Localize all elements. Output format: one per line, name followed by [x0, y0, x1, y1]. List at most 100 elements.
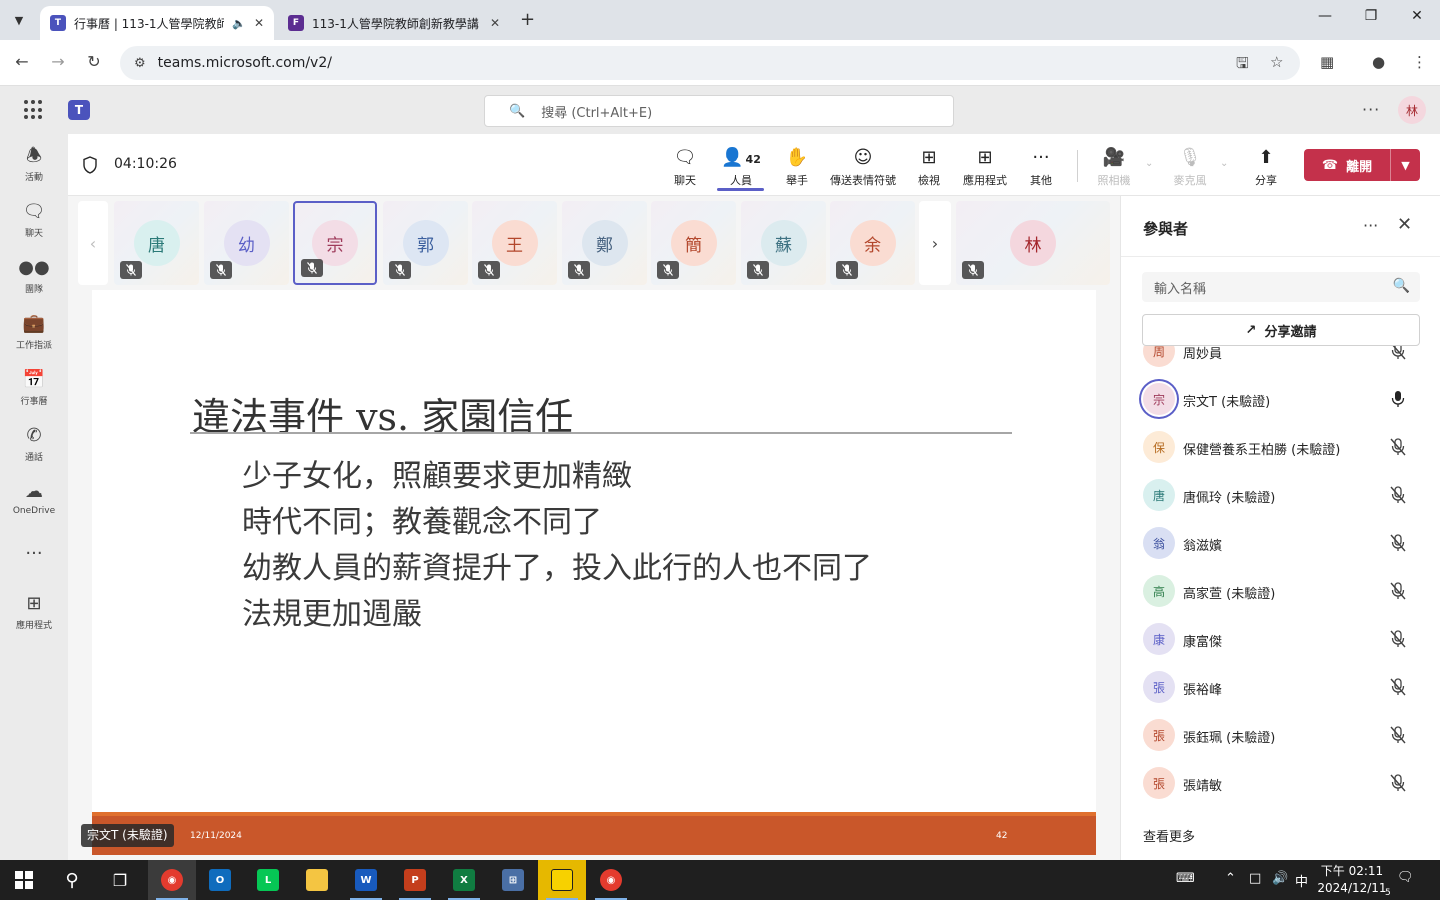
- participant-search-input[interactable]: 輸入名稱 🔍: [1142, 272, 1420, 302]
- participant-row[interactable]: 唐唐佩玲 (未驗證): [1121, 471, 1440, 519]
- rail-item-calls[interactable]: ✆ 通話: [0, 424, 68, 463]
- leave-options-chevron-icon[interactable]: ▼: [1390, 149, 1420, 181]
- video-tile[interactable]: 鄭: [562, 201, 647, 285]
- rail-item-teams[interactable]: ●● 團隊: [0, 256, 68, 295]
- close-tab-icon[interactable]: ✕: [490, 16, 500, 30]
- taskbar-excel[interactable]: X: [440, 860, 488, 900]
- video-tile[interactable]: 蘇: [741, 201, 826, 285]
- participant-row[interactable]: 翁翁滋嬪: [1121, 519, 1440, 567]
- more-actions-button[interactable]: ··· 其他: [1011, 146, 1071, 188]
- video-tile[interactable]: 王: [472, 201, 557, 285]
- participant-row[interactable]: 張張靖敏: [1121, 759, 1440, 807]
- restore-icon[interactable]: ❐: [1348, 8, 1394, 24]
- participant-row[interactable]: 康康富傑: [1121, 615, 1440, 663]
- chat-button[interactable]: 🗨 聊天: [655, 146, 715, 188]
- back-icon[interactable]: ←: [11, 52, 33, 71]
- mic-off-icon[interactable]: [1389, 725, 1407, 745]
- new-tab-icon[interactable]: +: [520, 9, 535, 30]
- browser-tab-calendar[interactable]: T 行事曆 | 113-1人管學院教師 🔈 ✕: [40, 6, 274, 40]
- taskbar-line[interactable]: L: [244, 860, 292, 900]
- close-tab-icon[interactable]: ✕: [254, 16, 264, 30]
- forward-icon[interactable]: →: [47, 52, 69, 71]
- browser-menu-icon[interactable]: ⋮: [1412, 53, 1427, 71]
- react-button[interactable]: ☺ 傳送表情符號: [828, 146, 898, 188]
- speaker-icon[interactable]: 🔈: [232, 17, 246, 30]
- gallery-previous-icon[interactable]: ‹: [78, 201, 108, 285]
- rail-item-chat[interactable]: 🗨 聊天: [0, 200, 68, 239]
- minimize-icon[interactable]: —: [1302, 8, 1348, 24]
- gallery-next-icon[interactable]: ›: [919, 201, 951, 285]
- app-launcher-icon[interactable]: [24, 100, 44, 120]
- rail-item-apps[interactable]: ⊞ 應用程式: [0, 592, 68, 631]
- close-panel-icon[interactable]: ✕: [1397, 214, 1412, 235]
- mic-on-icon[interactable]: [1389, 389, 1407, 409]
- mic-off-icon[interactable]: [1389, 677, 1407, 697]
- reload-icon[interactable]: ↻: [83, 52, 105, 71]
- taskbar-chrome[interactable]: ◉: [148, 860, 196, 900]
- volume-icon[interactable]: 🔊: [1272, 871, 1288, 886]
- network-icon[interactable]: □: [1249, 871, 1261, 886]
- rail-item-activity[interactable]: 🕭 活動: [0, 144, 68, 183]
- close-window-icon[interactable]: ✕: [1394, 8, 1440, 24]
- bookmark-star-icon[interactable]: ☆: [1270, 53, 1283, 71]
- site-info-icon[interactable]: ⚙: [134, 56, 146, 71]
- taskbar-sticky-notes[interactable]: [538, 860, 586, 900]
- mic-off-icon[interactable]: [1389, 629, 1407, 649]
- apps-button[interactable]: ⊞ 應用程式: [955, 146, 1015, 188]
- mic-off-icon[interactable]: [1389, 485, 1407, 505]
- video-tile[interactable]: 余: [830, 201, 915, 285]
- rail-item-more[interactable]: ···: [0, 542, 68, 566]
- tray-expand-icon[interactable]: ⌃: [1225, 871, 1236, 886]
- mic-off-icon[interactable]: [1389, 581, 1407, 601]
- start-button[interactable]: [0, 860, 48, 900]
- taskbar-powerpoint[interactable]: P: [391, 860, 439, 900]
- leave-button[interactable]: ☎ 離開 ▼: [1304, 149, 1420, 181]
- mic-off-icon[interactable]: [1389, 437, 1407, 457]
- participant-row[interactable]: 高高家萱 (未驗證): [1121, 567, 1440, 615]
- tab-search-icon[interactable]: ▼: [8, 9, 30, 31]
- mic-off-icon[interactable]: [1389, 773, 1407, 793]
- participant-row[interactable]: 張張裕峰: [1121, 663, 1440, 711]
- view-button[interactable]: ⊞ 檢視: [899, 146, 959, 188]
- settings-more-icon[interactable]: ···: [1362, 100, 1380, 119]
- video-tile[interactable]: 林: [956, 201, 1110, 285]
- participant-row[interactable]: 周周妙員: [1121, 346, 1440, 375]
- video-tile[interactable]: 宗: [293, 201, 377, 285]
- video-tile[interactable]: 唐: [114, 201, 199, 285]
- see-more-link[interactable]: 查看更多: [1143, 826, 1195, 845]
- taskbar-chrome-2[interactable]: ◉: [587, 860, 635, 900]
- extensions-icon[interactable]: ▦: [1320, 53, 1334, 71]
- participant-row[interactable]: 保保健營養系王柏勝 (未驗證): [1121, 423, 1440, 471]
- taskbar-outlook[interactable]: O: [196, 860, 244, 900]
- leave-main[interactable]: ☎ 離開: [1304, 149, 1390, 181]
- taskbar-search-icon[interactable]: ⚲: [48, 860, 96, 900]
- camera-options-chevron-icon[interactable]: ⌄: [1145, 158, 1153, 169]
- keyboard-icon[interactable]: ⌨: [1176, 871, 1195, 886]
- task-view-icon[interactable]: ❐: [96, 860, 144, 900]
- profile-icon[interactable]: ●: [1372, 53, 1385, 71]
- video-tile[interactable]: 幼: [204, 201, 289, 285]
- taskbar-file-explorer[interactable]: [293, 860, 341, 900]
- participant-row[interactable]: 張張鈺珮 (未驗證): [1121, 711, 1440, 759]
- panel-more-icon[interactable]: ···: [1363, 216, 1378, 235]
- video-tile[interactable]: 簡: [651, 201, 736, 285]
- people-button[interactable]: 👤 42 人員: [711, 146, 771, 188]
- global-search-input[interactable]: 🔍 搜尋 (Ctrl+Alt+E): [484, 95, 954, 127]
- video-tile[interactable]: 郭: [383, 201, 468, 285]
- my-avatar[interactable]: 林: [1398, 96, 1426, 124]
- mic-off-icon[interactable]: [1389, 533, 1407, 553]
- mic-options-chevron-icon[interactable]: ⌄: [1220, 158, 1228, 169]
- rail-item-onedrive[interactable]: ☁ OneDrive: [0, 480, 68, 516]
- participant-row[interactable]: 宗宗文T (未驗證): [1121, 375, 1440, 423]
- notification-center-icon[interactable]: 🗨5: [1385, 870, 1419, 898]
- browser-tab-forms[interactable]: F 113-1人管學院教師創新教學講 ✕: [278, 6, 510, 40]
- raise-hand-button[interactable]: ✋ 舉手: [767, 146, 827, 188]
- mic-button[interactable]: 🎙 麥克風: [1160, 146, 1220, 188]
- url-omnibox[interactable]: ⚙ teams.microsoft.com/v2/: [120, 46, 1300, 80]
- system-clock[interactable]: 下午 02:11 2024/12/11: [1316, 863, 1388, 897]
- camera-button[interactable]: 🎥 照相機: [1084, 146, 1144, 188]
- rail-item-assignments[interactable]: 💼 工作指派: [0, 312, 68, 351]
- taskbar-calculator[interactable]: ⊞: [489, 860, 537, 900]
- rail-item-calendar[interactable]: 📅 行事曆: [0, 368, 68, 407]
- ime-indicator[interactable]: 中: [1295, 871, 1308, 890]
